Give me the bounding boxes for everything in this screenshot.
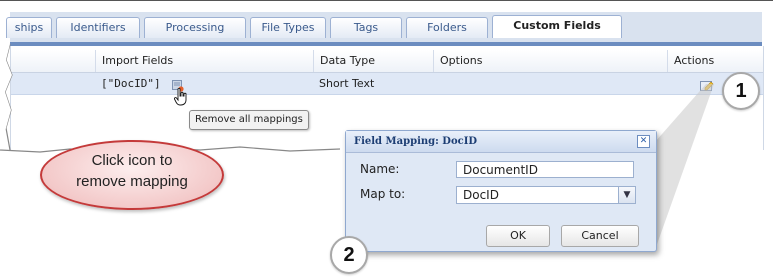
hand-cursor-icon (174, 88, 187, 106)
tab-folders[interactable]: Folders (406, 17, 488, 38)
step-badge-2: 2 (330, 236, 368, 274)
cancel-button[interactable]: Cancel (561, 225, 639, 247)
name-field[interactable]: DocumentID (456, 161, 634, 178)
step-badge-1: 1 (722, 72, 760, 110)
tab-tags[interactable]: Tags (330, 17, 402, 38)
instruction-callout: Click icon to remove mapping (40, 140, 224, 210)
tab-file-types[interactable]: File Types (250, 17, 326, 38)
tab-custom-fields[interactable]: Custom Fields (492, 15, 622, 38)
tab-identifiers[interactable]: Identifiers (56, 17, 140, 38)
top-border (0, 0, 773, 1)
import-fields-cell: ["DocID"] (101, 77, 161, 90)
edit-icon[interactable] (700, 80, 714, 92)
chevron-down-icon[interactable]: ▼ (618, 187, 635, 203)
column-header-options[interactable]: Options (433, 50, 660, 72)
ok-button[interactable]: OK (486, 225, 550, 247)
column-header-data-type[interactable]: Data Type (313, 50, 434, 72)
callout-line-2: remove mapping (76, 173, 188, 190)
grid-header: Import Fields Data Type Options Actions (11, 50, 763, 73)
options-cell (433, 73, 439, 94)
tab-processing[interactable]: Processing (144, 17, 246, 38)
tab-relationships[interactable]: ships (6, 17, 52, 38)
dialog-title: Field Mapping: DocID (354, 136, 478, 147)
table-row[interactable]: ["DocID"] Short Text (11, 73, 763, 95)
dialog-title-bar: Field Mapping: DocID ✕ (346, 131, 656, 153)
close-icon[interactable]: ✕ (637, 135, 650, 148)
name-label: Name: (360, 162, 400, 176)
tab-bar: ships Identifiers Processing File Types … (6, 12, 762, 46)
callout-line-1: Click icon to (91, 152, 173, 169)
column-header-import-fields[interactable]: Import Fields (95, 50, 312, 72)
field-mapping-dialog: Field Mapping: DocID ✕ Name: DocumentID … (345, 130, 657, 252)
map-to-label: Map to: (360, 187, 406, 201)
column-header-actions[interactable]: Actions (667, 50, 744, 72)
map-to-selected-value: DocID (463, 188, 499, 202)
data-type-cell: Short Text (319, 77, 375, 90)
remove-mappings-tooltip: Remove all mappings (189, 110, 309, 130)
map-to-select[interactable]: DocID ▼ (456, 186, 636, 204)
